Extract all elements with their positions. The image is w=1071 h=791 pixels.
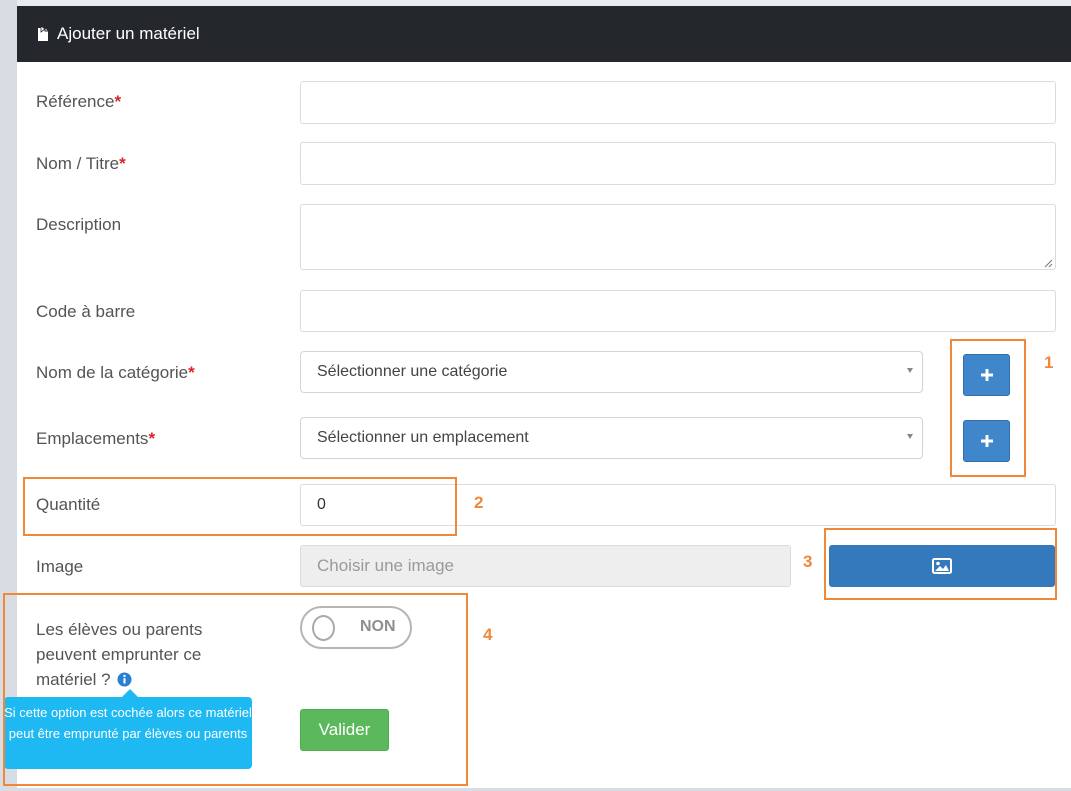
barcode-input[interactable] <box>300 290 1056 332</box>
required-marker: * <box>114 92 122 111</box>
panel-header: Ajouter un matériel <box>17 6 1071 62</box>
annotation-box-4 <box>3 593 468 786</box>
reference-input[interactable] <box>300 81 1056 124</box>
chevron-down-icon <box>907 434 913 439</box>
location-select-value: Sélectionner un emplacement <box>317 429 529 446</box>
file-import-icon <box>38 25 48 41</box>
reference-label: Référence* <box>36 92 122 111</box>
annotation-box-1 <box>950 339 1026 477</box>
location-label: Emplacements* <box>36 429 156 448</box>
barcode-label: Code à barre <box>36 302 136 321</box>
image-file-input[interactable]: Choisir une image <box>300 545 791 587</box>
category-label: Nom de la catégorie* <box>36 363 195 382</box>
annotation-box-2 <box>23 477 457 536</box>
required-marker: * <box>119 154 126 173</box>
chevron-down-icon <box>907 368 913 373</box>
annotation-number-4: 4 <box>483 625 493 644</box>
description-textarea[interactable] <box>300 204 1056 270</box>
category-select-value: Sélectionner une catégorie <box>317 363 508 380</box>
location-select[interactable]: Sélectionner un emplacement <box>300 417 923 459</box>
annotation-number-2: 2 <box>474 493 484 512</box>
category-select[interactable]: Sélectionner une catégorie <box>300 351 923 393</box>
annotation-number-3: 3 <box>803 552 813 571</box>
image-label: Image <box>36 557 84 576</box>
name-input[interactable] <box>300 142 1056 185</box>
description-label: Description <box>36 215 122 234</box>
annotation-box-3 <box>824 528 1057 600</box>
image-placeholder: Choisir une image <box>317 556 455 575</box>
required-marker: * <box>148 429 156 448</box>
name-label: Nom / Titre* <box>36 154 126 173</box>
panel-title: Ajouter un matériel <box>57 24 200 43</box>
annotation-number-1: 1 <box>1044 353 1054 372</box>
resize-handle-icon[interactable] <box>1043 258 1053 268</box>
required-marker: * <box>188 363 195 382</box>
